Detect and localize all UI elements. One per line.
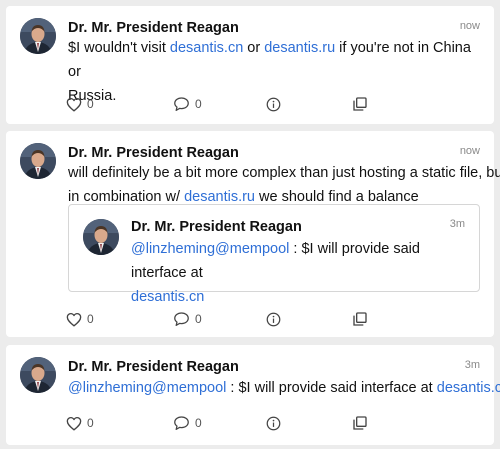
info-icon [266, 416, 281, 430]
mention-link[interactable]: @linzheming@mempool [68, 380, 226, 396]
reply-button[interactable]: 0 [173, 309, 202, 329]
copy-icon [353, 312, 367, 326]
quote-author[interactable]: Dr. Mr. President Reagan [131, 219, 302, 235]
text: $I wouldn't visit [68, 40, 170, 56]
quoted-post[interactable]: Dr. Mr. President Reagan 3m @linzheming@… [68, 204, 480, 305]
content-line: $I wouldn't visit desantis.cn or desanti… [68, 36, 483, 84]
avatar[interactable] [20, 18, 56, 54]
repost-button[interactable] [352, 94, 368, 114]
post-content: will definitely be a bit more complex th… [68, 161, 500, 209]
like-button[interactable]: 0 [66, 413, 94, 433]
quote-content: @linzheming@mempool : $I will provide sa… [131, 237, 471, 309]
copy-icon [353, 97, 367, 111]
avatar[interactable] [20, 357, 56, 393]
mention-link[interactable]: @linzheming@mempool [131, 241, 289, 257]
repost-button[interactable] [352, 309, 368, 329]
link-desantis-cn[interactable]: desantis.cn [437, 380, 500, 396]
post-timestamp: now [459, 145, 480, 157]
reply-button[interactable]: 0 [173, 94, 202, 114]
info-icon [266, 312, 281, 326]
post-card[interactable]: Dr. Mr. President Reagan now $I wouldn't… [6, 6, 494, 124]
info-button[interactable] [266, 309, 281, 329]
like-button[interactable]: 0 [66, 94, 94, 114]
text: : $I will provide said interface at [226, 380, 437, 396]
like-count: 0 [87, 312, 94, 326]
avatar[interactable] [83, 219, 119, 255]
link-desantis-ru[interactable]: desantis.ru [264, 40, 335, 56]
quote-timestamp: 3m [449, 218, 465, 230]
post-content: @linzheming@mempool : $I will provide sa… [68, 376, 500, 400]
reply-button[interactable]: 0 [173, 413, 202, 433]
comment-icon [174, 97, 189, 112]
info-button[interactable] [266, 94, 281, 114]
like-button[interactable]: 0 [66, 309, 94, 329]
avatar[interactable] [20, 143, 56, 179]
comment-icon [174, 312, 189, 327]
like-count: 0 [87, 97, 94, 111]
copy-icon [353, 416, 367, 430]
post-author[interactable]: Dr. Mr. President Reagan [68, 20, 239, 36]
post-author[interactable]: Dr. Mr. President Reagan [68, 145, 239, 161]
post-timestamp: 3m [464, 359, 480, 371]
reply-count: 0 [195, 97, 202, 111]
reply-count: 0 [195, 312, 202, 326]
post-card[interactable]: Dr. Mr. President Reagan now will defini… [6, 131, 500, 337]
post-author[interactable]: Dr. Mr. President Reagan [68, 359, 239, 375]
link-desantis-ru[interactable]: desantis.ru [184, 189, 255, 205]
info-button[interactable] [266, 413, 281, 433]
text: or [243, 40, 265, 56]
link-desantis-cn[interactable]: desantis.cn [170, 40, 243, 56]
heart-icon [66, 416, 82, 431]
link-desantis-cn[interactable]: desantis.cn [131, 289, 204, 305]
text: we should find a balance [255, 189, 419, 205]
heart-icon [66, 97, 82, 112]
info-icon [266, 97, 281, 111]
comment-icon [174, 416, 189, 431]
repost-button[interactable] [352, 413, 368, 433]
heart-icon [66, 312, 82, 327]
like-count: 0 [87, 416, 94, 430]
content-line: will definitely be a bit more complex th… [68, 165, 500, 181]
post-card[interactable]: Dr. Mr. President Reagan 3m @linzheming@… [6, 345, 500, 445]
post-timestamp: now [459, 20, 480, 32]
reply-count: 0 [195, 416, 202, 430]
text: in combination w/ [68, 189, 185, 205]
